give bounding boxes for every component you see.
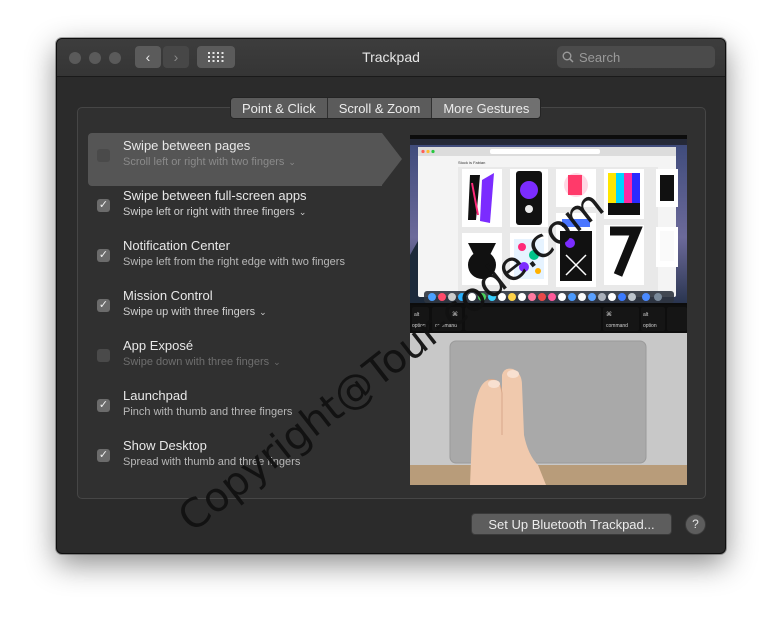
gesture-preview-video: Stock is Fabian alt option ⌘ command ⌘ c…: [410, 135, 687, 485]
chevron-down-icon: ⌄: [298, 207, 307, 217]
preview-illustration: Stock is Fabian alt option ⌘ command ⌘ c…: [410, 135, 687, 485]
tab-point-click[interactable]: Point & Click: [231, 98, 328, 118]
gesture-app-expose[interactable]: App Exposé Swipe down with three fingers…: [90, 337, 396, 387]
search-field[interactable]: Search: [557, 46, 715, 68]
selection-arrow: [382, 133, 402, 185]
chevron-down-icon: ⌄: [273, 357, 281, 367]
gesture-subtitle: Swipe left or right with three fingers: [123, 206, 295, 218]
notification-center-checkbox[interactable]: ✓: [97, 249, 110, 262]
chevron-down-icon: ⌄: [288, 157, 296, 167]
gesture-show-desktop[interactable]: ✓ Show Desktop Spread with thumb and thr…: [90, 437, 396, 487]
gesture-title: Mission Control: [123, 288, 213, 303]
gesture-subtitle: Pinch with thumb and three fingers: [123, 406, 293, 418]
key-right-bottom: option: [643, 323, 657, 329]
gesture-subtitle: Scroll left or right with two fingers: [123, 156, 285, 168]
key-left-bottom: option: [412, 323, 426, 329]
tab-more-gestures[interactable]: More Gestures: [432, 98, 541, 118]
gesture-swipe-between-full-screen-apps[interactable]: ✓ Swipe between full-screen apps Swipe l…: [90, 187, 396, 237]
gesture-option-menu[interactable]: Swipe left or right with three fingers ⌄: [123, 206, 306, 218]
gesture-option-menu[interactable]: Swipe down with three fingers ⌄: [123, 356, 281, 368]
gesture-subtitle: Swipe down with three fingers: [123, 356, 270, 368]
chevron-down-icon: ⌄: [259, 307, 267, 317]
mission-control-checkbox[interactable]: ✓: [97, 299, 110, 312]
show-desktop-checkbox[interactable]: ✓: [97, 449, 110, 462]
gesture-notification-center[interactable]: ✓ Notification Center Swipe left from th…: [90, 237, 396, 287]
key-left-top: alt: [414, 312, 420, 318]
gesture-title: App Exposé: [123, 338, 194, 353]
search-icon: [557, 51, 579, 63]
tab-scroll-zoom[interactable]: Scroll & Zoom: [328, 98, 433, 118]
gesture-title: Show Desktop: [123, 438, 207, 453]
help-button[interactable]: ?: [685, 514, 706, 535]
setup-bluetooth-trackpad-button[interactable]: Set Up Bluetooth Trackpad...: [471, 513, 672, 535]
key-right-top: alt: [643, 312, 649, 318]
key-command2-label: command: [606, 323, 628, 329]
tab-bar: Point & Click Scroll & Zoom More Gesture…: [230, 97, 542, 119]
swipe-between-full-screen-apps-checkbox[interactable]: ✓: [97, 199, 110, 212]
swipe-between-pages-checkbox[interactable]: [97, 149, 110, 162]
gesture-swipe-between-pages[interactable]: Swipe between pages Scroll left or right…: [88, 133, 402, 187]
app-expose-checkbox[interactable]: [97, 349, 110, 362]
gesture-option-menu[interactable]: Scroll left or right with two fingers ⌄: [123, 156, 296, 168]
preview-site-label: Stock is Fabian: [458, 160, 485, 165]
key-command-label: command: [435, 323, 457, 329]
gesture-subtitle: Swipe left from the right edge with two …: [123, 256, 345, 268]
launchpad-checkbox[interactable]: ✓: [97, 399, 110, 412]
gesture-title: Swipe between pages: [123, 138, 251, 153]
gesture-launchpad[interactable]: ✓ Launchpad Pinch with thumb and three f…: [90, 387, 396, 437]
key-command2-symbol: ⌘: [606, 311, 612, 318]
key-command-symbol: ⌘: [452, 311, 458, 318]
gesture-title: Notification Center: [123, 238, 230, 253]
gesture-title: Launchpad: [123, 388, 188, 403]
gesture-option-menu[interactable]: Swipe up with three fingers ⌄: [123, 306, 267, 318]
gesture-subtitle: Swipe up with three fingers: [123, 306, 256, 318]
gesture-mission-control[interactable]: ✓ Mission Control Swipe up with three fi…: [90, 287, 396, 337]
title-bar: ‹ › Trackpad Search: [57, 39, 725, 77]
gesture-subtitle: Spread with thumb and three fingers: [123, 456, 301, 468]
search-placeholder: Search: [579, 49, 621, 65]
gesture-title: Swipe between full-screen apps: [123, 188, 307, 203]
trackpad-preferences-window: ‹ › Trackpad Search Point & Click Scroll…: [56, 38, 726, 554]
